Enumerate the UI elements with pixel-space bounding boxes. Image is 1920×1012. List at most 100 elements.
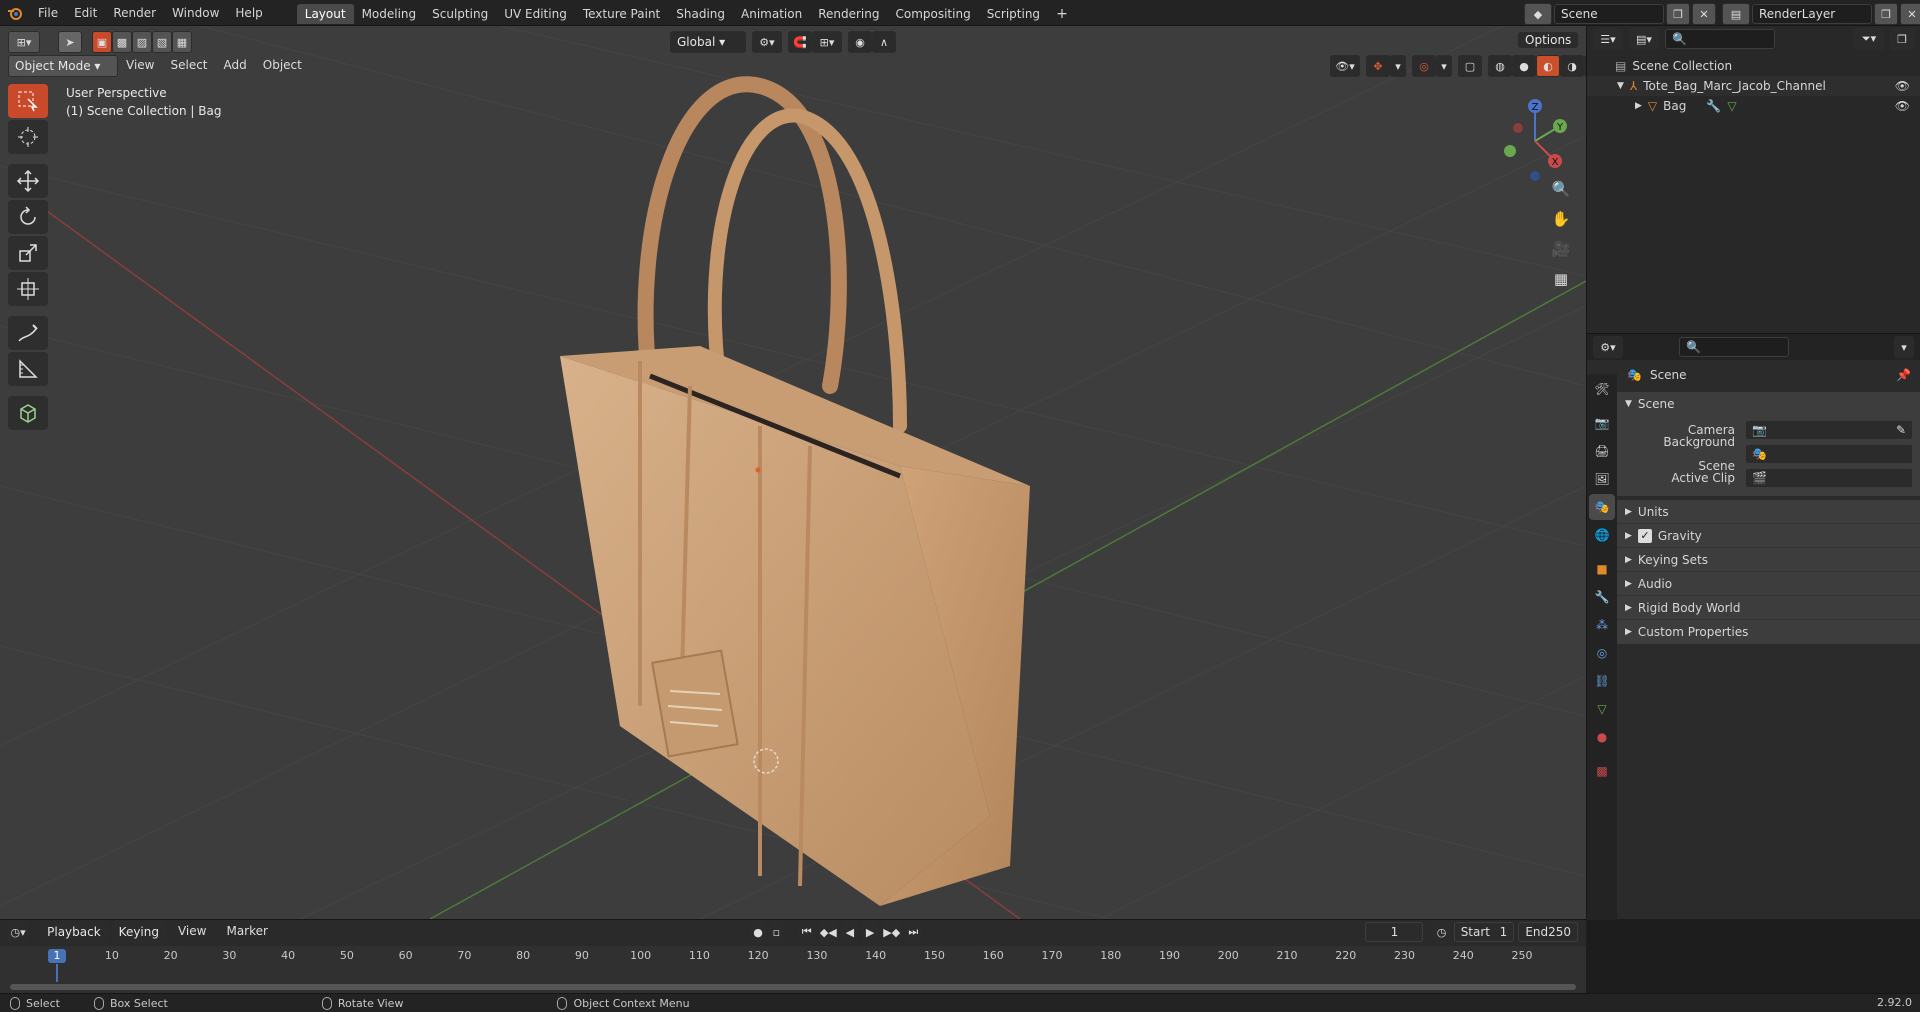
pan-view-icon[interactable]: ✋: [1546, 204, 1576, 234]
ortho-toggle-icon[interactable]: ▦: [1546, 264, 1576, 294]
particles-tab-icon[interactable]: ⁂: [1589, 612, 1615, 638]
falloff-icon[interactable]: ∧: [872, 31, 896, 53]
keying-dropdown[interactable]: Keying ▾: [111, 921, 166, 959]
editor-type-icon[interactable]: ⊞▾: [8, 31, 40, 53]
frame-ruler[interactable]: 1 10 20 30 40 50 60 70 80 90 100 110 120 130 140 150 160…: [0, 946, 1586, 966]
tool-cursor[interactable]: [8, 120, 48, 154]
shading-wireframe-icon[interactable]: ◍: [1488, 55, 1512, 77]
pin-icon[interactable]: 📌: [1896, 363, 1911, 387]
outliner-editor-icon[interactable]: ☰▾: [1593, 28, 1623, 50]
overlay-toggle-icon[interactable]: ◎: [1412, 55, 1436, 77]
jump-keyframe-back-icon[interactable]: ◆◀: [818, 921, 838, 943]
tool-transform[interactable]: [8, 272, 48, 306]
outliner-row-bag[interactable]: ▶ ▽ Bag 🔧 ▽ 👁: [1587, 96, 1920, 116]
properties-search-input[interactable]: 🔍: [1679, 337, 1789, 357]
pivot-point-icon[interactable]: ⚙▾: [752, 31, 782, 53]
active-clip-field[interactable]: 🎬: [1745, 468, 1913, 488]
tool-rotate[interactable]: [8, 200, 48, 234]
outliner-filter-icon[interactable]: ⏷▾: [1854, 28, 1884, 50]
tab-rendering[interactable]: Rendering: [810, 4, 887, 24]
output-tab-icon[interactable]: 🖨: [1589, 438, 1615, 464]
tab-animation[interactable]: Animation: [733, 4, 810, 24]
properties-options-icon[interactable]: ▾: [1894, 336, 1914, 358]
units-panel[interactable]: ▶ Units: [1617, 500, 1920, 524]
bag-expand-icon[interactable]: ▶: [1635, 96, 1642, 116]
physics-tab-icon[interactable]: ◎: [1589, 640, 1615, 666]
preview-range-icon[interactable]: ◷: [1433, 921, 1450, 943]
tool-measure[interactable]: [8, 352, 48, 386]
gravity-checkbox[interactable]: ✓: [1637, 528, 1652, 543]
menu-help[interactable]: Help: [227, 0, 270, 26]
visibility-icon[interactable]: 👁▾: [1330, 55, 1360, 77]
viewport-canvas[interactable]: [0, 26, 1586, 919]
background-scene-field[interactable]: 🎭: [1745, 444, 1913, 464]
render-tab-icon[interactable]: 📷: [1589, 410, 1615, 436]
tool-add-cube[interactable]: [8, 396, 48, 430]
snap-element-icon[interactable]: ⊞▾: [812, 31, 842, 53]
eyedropper-icon[interactable]: ✎: [1896, 421, 1906, 439]
timeline-editor-icon[interactable]: ◷▾: [8, 921, 29, 943]
tool-annotate[interactable]: [8, 316, 48, 350]
keying-sets-panel[interactable]: ▶ Keying Sets: [1617, 548, 1920, 572]
scene-delete-icon[interactable]: ✕: [1692, 3, 1716, 25]
tab-modeling[interactable]: Modeling: [354, 4, 425, 24]
tab-layout[interactable]: Layout: [296, 4, 354, 24]
playback-dropdown[interactable]: Playback ▾: [40, 921, 108, 959]
outliner-row-scene-collection[interactable]: ▤ Scene Collection: [1587, 56, 1920, 76]
gravity-panel[interactable]: ▶ ✓ Gravity: [1617, 524, 1920, 548]
proportional-edit-icon[interactable]: ◉: [848, 31, 872, 53]
tab-compositing[interactable]: Compositing: [887, 4, 978, 24]
tab-shading[interactable]: Shading: [668, 4, 733, 24]
play-icon[interactable]: ▶: [861, 921, 879, 943]
tool-tab-icon[interactable]: 🛠: [1589, 376, 1615, 402]
start-frame-field[interactable]: Start 1: [1453, 922, 1515, 942]
texture-tab-icon[interactable]: ▩: [1589, 758, 1615, 784]
scene-panel-header[interactable]: ▼ Scene: [1617, 392, 1920, 416]
gizmo-dropdown-icon[interactable]: ▾: [1390, 55, 1406, 77]
select-new-icon[interactable]: ▣: [92, 31, 112, 53]
record-keyframe-icon[interactable]: ●: [749, 921, 767, 943]
xray-toggle-icon[interactable]: ▢: [1458, 55, 1482, 77]
camera-field[interactable]: 📷 ✎: [1745, 420, 1913, 440]
material-tab-icon[interactable]: ●: [1589, 724, 1615, 750]
outliner-new-collection-icon[interactable]: ❐: [1890, 28, 1914, 50]
add-workspace-button[interactable]: +: [1048, 4, 1076, 24]
select-intersect-icon[interactable]: ▦: [172, 31, 192, 53]
current-frame-field[interactable]: 1: [1365, 922, 1424, 942]
view-layer-tab-icon[interactable]: 🖼: [1589, 466, 1615, 492]
custom-properties-panel[interactable]: ▶ Custom Properties: [1617, 620, 1920, 644]
renderlayer-browse-icon[interactable]: ▤: [1722, 3, 1750, 25]
tool-move[interactable]: [8, 164, 48, 198]
world-tab-icon[interactable]: 🌐: [1589, 522, 1615, 548]
mode-dropdown[interactable]: Object Mode ▾: [8, 55, 118, 77]
renderlayer-new-icon[interactable]: ❐: [1874, 3, 1898, 25]
object-tab-icon[interactable]: ■: [1589, 556, 1615, 582]
jump-end-icon[interactable]: ⏭: [905, 921, 922, 943]
shading-rendered-icon[interactable]: ◑: [1560, 55, 1584, 77]
blender-logo-icon[interactable]: [0, 5, 30, 21]
tab-sculpting[interactable]: Sculpting: [424, 4, 496, 24]
camera-view-icon[interactable]: 🎥: [1546, 234, 1576, 264]
overlay-dropdown-icon[interactable]: ▾: [1436, 55, 1452, 77]
tool-select-box[interactable]: [8, 84, 48, 118]
timeline-menu-marker[interactable]: Marker: [218, 921, 275, 943]
select-extend-icon[interactable]: ▩: [112, 31, 132, 53]
current-frame-marker[interactable]: 1: [48, 949, 66, 963]
play-reverse-icon[interactable]: ◀: [841, 921, 858, 943]
scene-browse-icon[interactable]: ◆: [1524, 3, 1552, 25]
timeline-scrollbar[interactable]: [10, 984, 1576, 990]
jump-keyframe-forward-icon[interactable]: ▶◆: [882, 921, 902, 943]
menu-render[interactable]: Render: [105, 0, 164, 26]
tool-scale[interactable]: [8, 236, 48, 270]
select-invert-icon[interactable]: ▧: [152, 31, 172, 53]
timeline-menu-view[interactable]: View: [170, 921, 214, 943]
options-button[interactable]: Options: [1518, 30, 1579, 50]
shading-solid-icon[interactable]: ●: [1512, 55, 1536, 77]
constraints-tab-icon[interactable]: ⛓: [1589, 668, 1615, 694]
mesh-data-icon[interactable]: ▽: [1727, 96, 1736, 116]
menu-window[interactable]: Window: [164, 0, 227, 26]
gizmo-toggle-icon[interactable]: ✥: [1366, 55, 1390, 77]
menu-edit[interactable]: Edit: [66, 0, 105, 26]
viewport-menu-select[interactable]: Select: [162, 55, 215, 77]
tab-scripting[interactable]: Scripting: [979, 4, 1048, 24]
